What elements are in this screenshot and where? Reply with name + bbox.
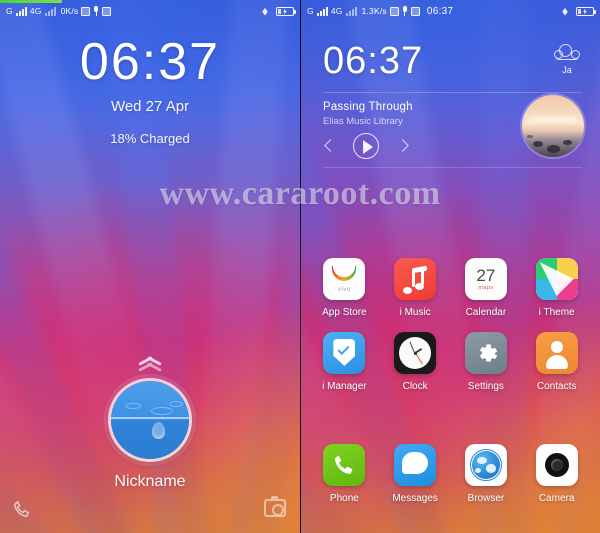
unlock-area[interactable]: Nickname: [0, 356, 300, 491]
network-speed-label: 0K/s: [60, 6, 79, 16]
app-phone[interactable]: Phone: [313, 444, 375, 504]
app-label: Contacts: [536, 381, 577, 392]
app-row: i Manager Clock Settings Contacts: [301, 332, 600, 392]
lockscreen-date: Wed 27 Apr: [110, 98, 190, 115]
play-icon[interactable]: [353, 133, 379, 159]
app-label: i Manager: [322, 381, 367, 392]
app-imanager[interactable]: i Manager: [313, 332, 375, 392]
sim1-label: G: [307, 6, 314, 16]
app-browser[interactable]: Browser: [455, 444, 517, 504]
app-label: i Theme: [538, 307, 575, 318]
app-itheme[interactable]: i Theme: [526, 258, 588, 318]
status-bar-lockscreen: G 4G 0K/s: [0, 0, 300, 22]
weather-label: Ja: [562, 65, 572, 75]
app-label: Camera: [538, 493, 575, 504]
app-label: App Store: [322, 307, 367, 318]
screenshot-root: G 4G 0K/s 06:37 Wed 27 Apr 18% Charged N…: [0, 0, 600, 533]
globe-icon: [464, 444, 507, 486]
app-grid: vivo App Store i Music 27 maps Calendar: [301, 258, 600, 518]
shield-check-icon: [323, 332, 366, 374]
dock-row: Phone Messages Browser Camera: [301, 444, 600, 504]
lock-screen-phone: G 4G 0K/s 06:37 Wed 27 Apr 18% Charged N…: [0, 0, 300, 533]
sim2-label: 4G: [330, 6, 343, 16]
status-bar-time: 06:37: [426, 5, 454, 17]
chevron-up-icon: [137, 356, 163, 370]
phone-handset-icon: [323, 444, 366, 486]
homescreen-clock-widget: 06:37: [323, 42, 423, 80]
app-appstore[interactable]: vivo App Store: [313, 258, 375, 318]
app-label: Phone: [329, 493, 359, 504]
app-imusic[interactable]: i Music: [384, 258, 446, 318]
sd-card-icon: [102, 6, 112, 16]
app-messages[interactable]: Messages: [384, 444, 446, 504]
app-settings[interactable]: Settings: [455, 332, 517, 392]
app-clock[interactable]: Clock: [384, 332, 446, 392]
album-art[interactable]: [522, 95, 584, 157]
sim2-signal-icon: [345, 6, 357, 16]
homescreen-time: 06:37: [323, 40, 424, 82]
camera-shortcut-icon[interactable]: [264, 496, 288, 523]
lockscreen-clock-block: 06:37 Wed 27 Apr 18% Charged: [0, 36, 300, 146]
sd-card-icon: [410, 6, 420, 16]
weather-widget[interactable]: Ja: [554, 44, 580, 75]
battery-charging-icon: [576, 6, 596, 16]
status-bar-homescreen: G 4G 1.3K/s 06:37: [301, 0, 600, 22]
music-player-widget: Passing Through Elias Music Library: [323, 92, 584, 168]
app-contacts[interactable]: Contacts: [526, 332, 588, 392]
wifi-icon: [259, 7, 271, 16]
avatar-nickname: Nickname: [114, 473, 186, 490]
next-track-icon[interactable]: [397, 139, 409, 153]
lockscreen-time: 06:37: [79, 33, 221, 91]
appstore-icon: vivo: [323, 258, 366, 300]
app-label: Calendar: [465, 307, 507, 318]
battery-charging-icon: [276, 6, 296, 16]
sim-card-icon: [389, 6, 399, 16]
clock-icon: [394, 332, 437, 374]
app-calendar[interactable]: 27 maps Calendar: [455, 258, 517, 318]
home-screen-phone: G 4G 1.3K/s 06:37 06:37 Ja Passing Throu…: [300, 0, 600, 533]
contact-person-icon: [535, 332, 578, 374]
calendar-month: maps: [478, 285, 494, 291]
sim-card-icon: [81, 6, 91, 16]
microphone-icon: [93, 6, 99, 16]
music-note-icon: [394, 258, 437, 300]
sim2-signal-icon: [44, 6, 56, 16]
wifi-icon: [559, 7, 571, 16]
calendar-icon: 27 maps: [464, 258, 507, 300]
charging-progress-bar: [0, 0, 62, 3]
avatar[interactable]: [108, 378, 192, 462]
app-row: vivo App Store i Music 27 maps Calendar: [301, 258, 600, 318]
appstore-vivo-label: vivo: [338, 287, 351, 293]
sim2-label: 4G: [29, 6, 42, 16]
app-label: i Music: [399, 307, 431, 318]
previous-track-icon[interactable]: [323, 139, 335, 153]
app-label: Clock: [402, 381, 428, 392]
network-speed-label: 1.3K/s: [361, 6, 387, 16]
app-label: Settings: [467, 381, 504, 392]
cloud-icon: [554, 44, 580, 63]
sim1-signal-icon: [316, 6, 328, 16]
gear-icon: [464, 332, 507, 374]
camera-lens-icon: [535, 444, 578, 486]
phone-shortcut-icon[interactable]: [12, 499, 36, 523]
app-label: Browser: [467, 493, 505, 504]
message-bubble-icon: [394, 444, 437, 486]
sim1-label: G: [6, 6, 13, 16]
lockscreen-battery-status: 18% Charged: [110, 131, 190, 146]
app-label: Messages: [392, 493, 438, 504]
theme-pinwheel-icon: [535, 258, 578, 300]
calendar-day: 27: [476, 266, 496, 285]
microphone-icon: [402, 6, 408, 16]
app-camera[interactable]: Camera: [526, 444, 588, 504]
sim1-signal-icon: [15, 6, 27, 16]
